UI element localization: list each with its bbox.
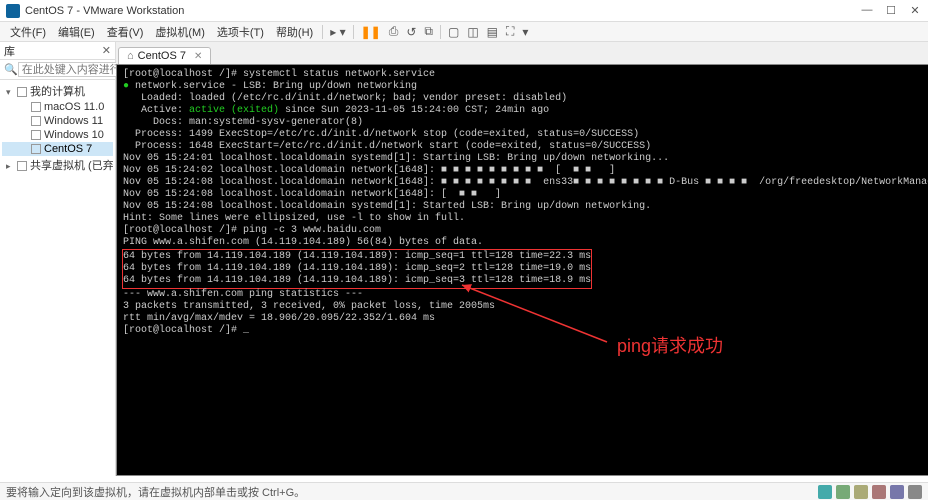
search-icon[interactable]: 🔍 [4, 63, 18, 76]
tree-node[interactable]: Windows 10 [2, 128, 113, 142]
tab-label: CentOS 7 [138, 50, 186, 62]
terminal-line: [root@localhost /]# ping -c 3 www.baidu.… [123, 225, 928, 237]
close-button[interactable]: ✕ [908, 4, 922, 17]
device-icon[interactable] [818, 485, 832, 499]
terminal-line: 64 bytes from 14.119.104.189 (14.119.104… [123, 251, 591, 263]
device-icon[interactable] [890, 485, 904, 499]
revert-button[interactable]: ↺ [402, 25, 420, 39]
maximize-button[interactable]: ☐ [884, 4, 898, 17]
tree-node[interactable]: Windows 11 [2, 114, 113, 128]
menu-view[interactable]: 查看(V) [101, 24, 150, 40]
tab-centos7[interactable]: ⌂ CentOS 7 ✕ [118, 47, 211, 64]
vm-terminal[interactable]: [root@localhost /]# systemctl status net… [116, 64, 928, 476]
menu-bar: 文件(F) 编辑(E) 查看(V) 虚拟机(M) 选项卡(T) 帮助(H) ▸ … [0, 22, 928, 42]
status-text: 要将输入定向到该虚拟机，请在虚拟机内部单击或按 Ctrl+G。 [6, 484, 305, 500]
device-icon[interactable] [836, 485, 850, 499]
terminal-line: Process: 1648 ExecStart=/etc/rc.d/init.d… [123, 141, 928, 153]
pause-button[interactable]: ❚❚ [357, 25, 385, 39]
power-dropdown-button[interactable]: ▸ ▾ [326, 25, 349, 39]
menu-edit[interactable]: 编辑(E) [52, 24, 101, 40]
terminal-line: [root@localhost /]# systemctl status net… [123, 69, 928, 81]
status-bar: 要将输入定向到该虚拟机，请在虚拟机内部单击或按 Ctrl+G。 [0, 482, 928, 500]
stretch-button[interactable]: ⛶ [502, 24, 518, 39]
manage-snapshots-button[interactable]: ⧉ [420, 24, 437, 39]
menu-file[interactable]: 文件(F) [4, 24, 52, 40]
terminal-line: Active: active (exited) since Sun 2023-1… [123, 105, 928, 117]
annotation-text: ping请求成功 [617, 340, 723, 352]
terminal-line: Nov 05 15:24:02 localhost.localdomain ne… [123, 165, 928, 177]
device-icon[interactable] [854, 485, 868, 499]
tab-close-icon[interactable]: ✕ [194, 51, 202, 62]
main-area: ⌂ CentOS 7 ✕ [root@localhost /]# systemc… [116, 42, 928, 476]
tree-node[interactable]: ▾我的计算机 [2, 82, 113, 100]
title-bar: CentOS 7 - VMware Workstation — ☐ ✕ [0, 0, 928, 22]
terminal-line: 64 bytes from 14.119.104.189 (14.119.104… [123, 263, 591, 275]
tab-bar: ⌂ CentOS 7 ✕ [116, 42, 928, 64]
minimize-button[interactable]: — [860, 4, 874, 17]
sidebar-close-icon[interactable]: ✕ [102, 44, 111, 57]
annotation-arrow-icon [457, 280, 617, 350]
tree-node[interactable]: macOS 11.0 [2, 100, 113, 114]
unity-button[interactable]: ◫ [463, 25, 482, 39]
fullscreen-button[interactable]: ▢ [444, 25, 463, 39]
terminal-line: Process: 1499 ExecStop=/etc/rc.d/init.d/… [123, 129, 928, 141]
tree-node[interactable]: CentOS 7 [2, 142, 113, 156]
terminal-line: Loaded: loaded (/etc/rc.d/init.d/network… [123, 93, 928, 105]
terminal-line: ● network.service - LSB: Bring up/down n… [123, 81, 928, 93]
library-sidebar: 库 ✕ 🔍 ▾ ▾我的计算机macOS 11.0Windows 11Window… [0, 42, 116, 476]
snapshot-button[interactable]: ⎙ [385, 24, 403, 39]
tree-node[interactable]: ▸共享虚拟机 (已弃用) [2, 156, 113, 174]
window-title: CentOS 7 - VMware Workstation [25, 5, 860, 17]
terminal-line: Hint: Some lines were ellipsized, use -l… [123, 213, 928, 225]
terminal-line: PING www.a.shifen.com (14.119.104.189) 5… [123, 237, 928, 249]
device-icon[interactable] [872, 485, 886, 499]
vm-tree: ▾我的计算机macOS 11.0Windows 11Windows 10Cent… [0, 80, 115, 476]
sidebar-title: 库 [4, 43, 15, 59]
device-icon[interactable] [908, 485, 922, 499]
terminal-line: Nov 05 15:24:08 localhost.localdomain ne… [123, 189, 928, 201]
settings-dropdown-button[interactable]: ▾ [518, 25, 532, 39]
home-icon: ⌂ [127, 50, 134, 62]
terminal-line: Docs: man:systemd-sysv-generator(8) [123, 117, 928, 129]
menu-help[interactable]: 帮助(H) [270, 24, 319, 40]
app-logo-icon [6, 4, 20, 18]
terminal-line: Nov 05 15:24:08 localhost.localdomain ne… [123, 177, 928, 189]
terminal-line: Nov 05 15:24:08 localhost.localdomain sy… [123, 201, 928, 213]
menu-tabs[interactable]: 选项卡(T) [211, 24, 270, 40]
terminal-line: Nov 05 15:24:01 localhost.localdomain sy… [123, 153, 928, 165]
thumbnail-button[interactable]: ▤ [483, 25, 502, 39]
menu-vm[interactable]: 虚拟机(M) [149, 24, 211, 40]
